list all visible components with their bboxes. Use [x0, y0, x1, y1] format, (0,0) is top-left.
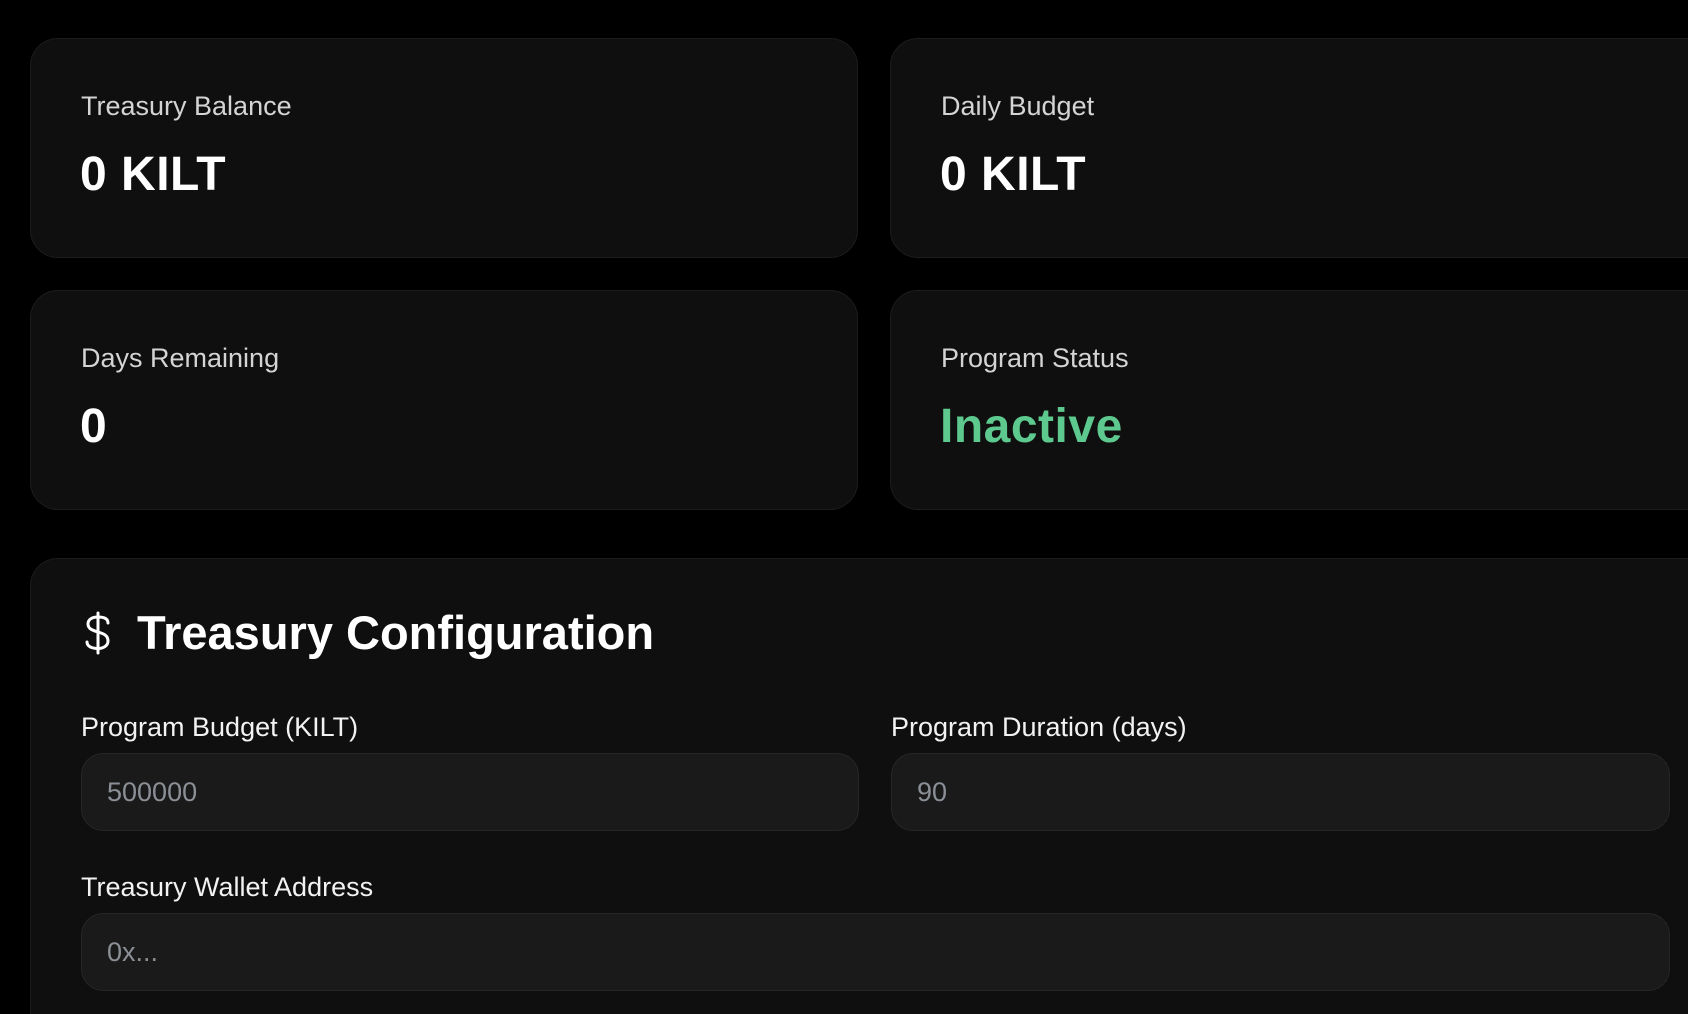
treasury-balance-value: 0 KILT [80, 148, 227, 201]
program-duration-label: Program Duration (days) [891, 712, 1187, 742]
program-status-label: Program Status [941, 343, 1129, 373]
daily-budget-value: 0 KILT [940, 148, 1087, 201]
daily-budget-card: Daily Budget 0 KILT [890, 38, 1688, 258]
days-remaining-label: Days Remaining [81, 343, 280, 373]
daily-budget-label: Daily Budget [941, 91, 1095, 121]
treasury-configuration-panel: Treasury Configuration Program Budget (K… [30, 558, 1688, 1014]
program-duration-input[interactable] [891, 753, 1670, 831]
treasury-configuration-header: Treasury Configuration [81, 605, 654, 660]
program-budget-input[interactable] [81, 753, 859, 831]
days-remaining-value: 0 [80, 400, 108, 453]
program-status-card: Program Status Inactive [890, 290, 1688, 510]
days-remaining-card: Days Remaining 0 [30, 290, 858, 510]
treasury-configuration-title: Treasury Configuration [137, 606, 655, 659]
program-budget-label: Program Budget (KILT) [81, 712, 359, 742]
program-status-value: Inactive [940, 400, 1123, 453]
treasury-wallet-address-input[interactable] [81, 913, 1670, 991]
treasury-page: Treasury Balance 0 KILT Daily Budget 0 K… [0, 0, 1688, 1014]
dollar-icon [85, 611, 110, 654]
treasury-wallet-address-label: Treasury Wallet Address [81, 872, 374, 902]
treasury-balance-label: Treasury Balance [81, 91, 292, 121]
treasury-balance-card: Treasury Balance 0 KILT [30, 38, 858, 258]
